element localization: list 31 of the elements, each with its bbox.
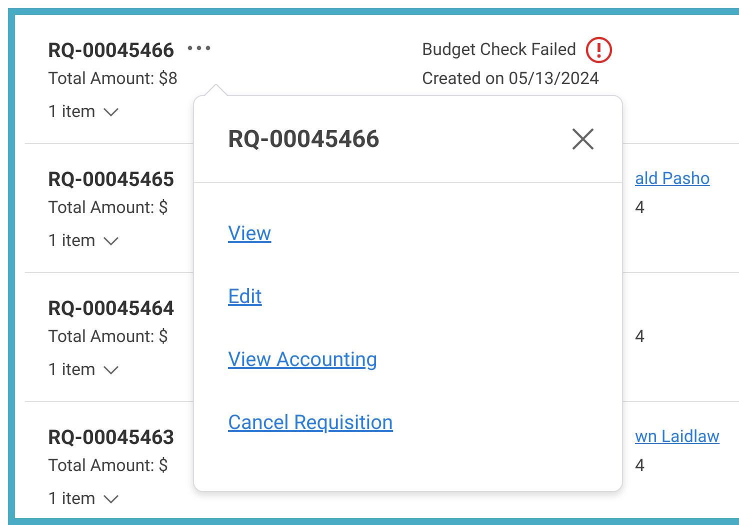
requisition-id: RQ-00045463 (48, 425, 174, 449)
item-count: 1 item (48, 102, 96, 122)
total-amount: Total Amount: $8 (48, 69, 178, 89)
requisition-id: RQ-00045464 (48, 296, 174, 320)
total-amount: Total Amount: $ (48, 327, 168, 347)
status-text: Budget Check Failed (422, 40, 576, 60)
requester-link[interactable]: ald Pasho (635, 166, 739, 192)
action-link[interactable]: Edit (228, 284, 262, 309)
item-count: 1 item (48, 231, 96, 251)
close-icon[interactable] (572, 128, 594, 150)
requester-link[interactable]: wn Laidlaw (635, 424, 739, 450)
chevron-down-icon[interactable] (103, 365, 120, 375)
created-date: 4 (635, 327, 645, 347)
more-icon[interactable] (186, 44, 212, 52)
chevron-down-icon[interactable] (103, 494, 120, 504)
total-amount: Total Amount: $ (48, 198, 168, 218)
item-count: 1 item (48, 489, 96, 509)
created-date: 4 (635, 456, 645, 476)
action-link[interactable]: View Accounting (228, 347, 378, 372)
item-count: 1 item (48, 360, 96, 380)
popover-title: RQ-00045466 (228, 125, 380, 153)
requisition-id: RQ-00045466 (48, 38, 174, 62)
error-icon (585, 36, 614, 64)
total-amount: Total Amount: $ (48, 456, 168, 476)
requisition-id: RQ-00045465 (48, 167, 174, 191)
action-link[interactable]: View (228, 221, 272, 246)
action-link[interactable]: Cancel Requisition (228, 410, 394, 435)
created-date: 4 (635, 198, 645, 218)
chevron-down-icon[interactable] (103, 236, 120, 246)
chevron-down-icon[interactable] (103, 107, 120, 117)
created-date: Created on 05/13/2024 (422, 69, 600, 89)
